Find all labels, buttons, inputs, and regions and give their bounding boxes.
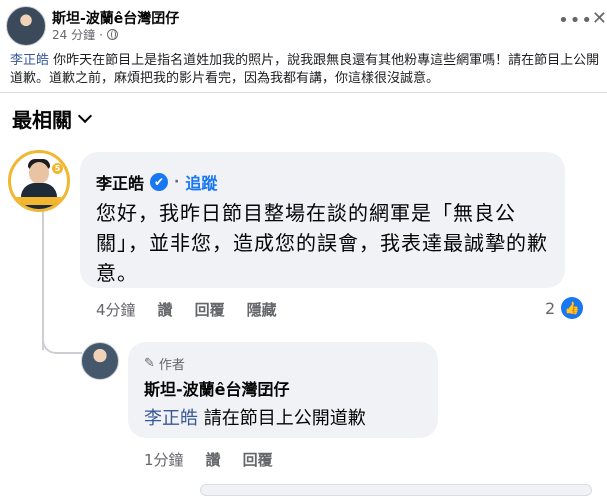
follow-button[interactable]: 追蹤 — [185, 170, 217, 194]
reaction-count[interactable]: 2 👍 — [545, 297, 584, 319]
verified-badge-icon: ✔ — [150, 173, 169, 191]
divider — [0, 92, 607, 93]
reply-thread-curve — [42, 330, 82, 354]
commenter-avatar[interactable]: 5 — [8, 150, 70, 212]
post-time-separator: · — [99, 27, 103, 42]
thumbs-up-icon: 👍 — [561, 297, 584, 319]
close-icon[interactable]: ✕ — [592, 8, 607, 29]
post-text: 你昨天在節目上是指名道姓加我的照片，說我跟無良還有其他粉專這些網軍嗎！請在節目上… — [10, 53, 600, 86]
pen-icon: ✎ — [144, 356, 155, 371]
hide-button[interactable]: 隱藏 — [247, 299, 277, 320]
like-button[interactable]: 讚 — [158, 299, 173, 320]
reply-text: 李正皓 請在節目上公開道歉 — [144, 404, 366, 430]
post-mention-link[interactable]: 李正皓 — [10, 53, 49, 68]
comment-text: 您好，我昨日節目整場在談的網軍是「無良公關」，並非您，造成您的誤會，我表達最誠摯… — [96, 201, 548, 285]
comment-sort-dropdown[interactable]: 最相關 — [12, 104, 93, 133]
reply-body: 請在節目上公開道歉 — [198, 408, 366, 429]
post-time-text: 24 分鐘 — [52, 28, 96, 42]
author-tag: ✎ 作者 — [144, 354, 185, 373]
post-author-avatar[interactable] — [6, 6, 46, 46]
reply-actions: 1分鐘 讚 回覆 — [144, 449, 273, 470]
author-tag-label: 作者 — [158, 358, 185, 373]
reply-author-name[interactable]: 斯坦-波蘭ê台灣囝仔 — [144, 376, 290, 400]
reply-thread-line — [42, 210, 44, 350]
reply-like-button[interactable]: 讚 — [206, 449, 221, 470]
reply-button[interactable]: 回覆 — [195, 299, 225, 320]
post-body: 李正皓 你昨天在節目上是指名道姓加我的照片，說我跟無良還有其他粉專這些網軍嗎！請… — [10, 52, 602, 88]
post-timestamp[interactable]: 24 分鐘 · — [52, 26, 118, 43]
separator-dot: · — [174, 174, 180, 190]
reply-author-avatar[interactable] — [81, 342, 119, 380]
reaction-count-number: 2 — [545, 298, 556, 318]
reply-mention-link[interactable]: 李正皓 — [144, 408, 198, 429]
avatar-face — [29, 162, 49, 184]
more-options-icon[interactable]: ••• — [558, 10, 593, 31]
globe-icon — [106, 29, 118, 40]
next-comment-preview — [200, 484, 592, 496]
comment-sort-label: 最相關 — [12, 108, 72, 132]
avatar-badge-number: 5 — [52, 163, 63, 174]
avatar-band — [11, 197, 67, 205]
commenter-name[interactable]: 李正皓 — [96, 170, 144, 194]
comment-actions: 4分鐘 讚 回覆 隱藏 — [96, 299, 277, 320]
comment-header: 李正皓 ✔ · 追蹤 — [96, 170, 217, 194]
reply-timestamp[interactable]: 1分鐘 — [144, 449, 184, 470]
comment-timestamp[interactable]: 4分鐘 — [96, 299, 136, 320]
reply-reply-button[interactable]: 回覆 — [243, 449, 273, 470]
chevron-down-icon — [77, 108, 93, 124]
post-author-name[interactable]: 斯坦-波蘭ê台灣囝仔 — [52, 8, 179, 28]
